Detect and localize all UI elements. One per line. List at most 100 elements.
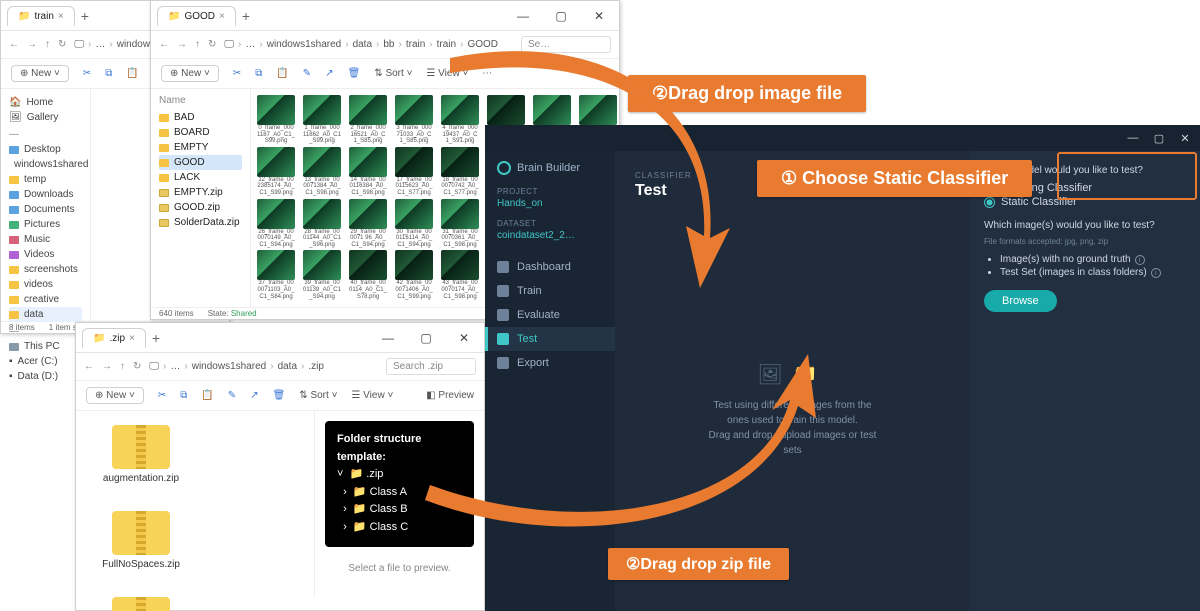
folder-good[interactable]: GOOD: [159, 155, 242, 170]
cut-icon[interactable]: ✂: [233, 68, 241, 79]
window-controls[interactable]: ―▢✕: [374, 331, 478, 345]
sort-button[interactable]: ⇅ Sort ˅: [299, 390, 337, 401]
new-tab-icon[interactable]: +: [152, 330, 160, 346]
search-input[interactable]: Se…: [521, 36, 611, 53]
view-button[interactable]: ☰ View ˅: [426, 68, 468, 79]
preview-button[interactable]: ◧ Preview: [426, 390, 474, 401]
menu-test[interactable]: Test: [485, 327, 615, 351]
zip-good[interactable]: GOOD.zip: [159, 200, 242, 215]
thumbnail[interactable]: 2_frame_00016521_A0_C1_S85.png: [349, 95, 387, 145]
cut-icon[interactable]: ✂: [83, 68, 91, 79]
search-input[interactable]: Search .zip: [386, 358, 476, 375]
thumbnail[interactable]: 13_frame_000071384_A0_C1_S98.png: [303, 147, 341, 197]
more-icon[interactable]: ⋯: [482, 68, 492, 79]
nav-screenshots[interactable]: screenshots: [9, 262, 82, 277]
thumbnail[interactable]: 18_frame_000070742_A0_C1_S77.png: [441, 147, 479, 197]
thumbnail[interactable]: 1_frame_00011862_A0_C1_S99.png: [303, 95, 341, 145]
thumbnail[interactable]: 4_frame_00019437_A0_C1_S91.png: [441, 95, 479, 145]
thumbnail[interactable]: 43_frame_000070174_A0_C1_S98.png: [441, 250, 479, 300]
thumbnail[interactable]: 26_frame_000070149_A0_C1_S94.png: [257, 199, 295, 249]
close-tab-icon[interactable]: ×: [58, 11, 64, 22]
thumbnail[interactable]: 31_frame_000070361_A0_C1_S98.png: [441, 199, 479, 249]
thumbnail[interactable]: 17_frame_000115623_A0_C1_S77.png: [395, 147, 433, 197]
copy-icon[interactable]: ⧉: [255, 68, 262, 79]
nav-music[interactable]: Music: [9, 232, 82, 247]
nav-documents[interactable]: Documents: [9, 202, 82, 217]
breadcrumb[interactable]: 🖵›…› windows1shared› data› .zip: [149, 361, 324, 372]
nav-datad[interactable]: ▪Data (D:): [9, 369, 82, 384]
nav-thispc[interactable]: This PC: [9, 339, 82, 354]
window-controls[interactable]: ―▢✕: [1124, 132, 1194, 145]
new-tab-icon[interactable]: +: [81, 8, 89, 24]
menu-export[interactable]: Export: [485, 351, 615, 375]
menu-train[interactable]: Train: [485, 279, 615, 303]
cut-icon[interactable]: ✂: [158, 390, 166, 401]
rename-icon[interactable]: ✎: [228, 390, 236, 401]
nav-temp[interactable]: temp: [9, 172, 82, 187]
tab-train[interactable]: 📁train×: [7, 6, 75, 26]
paste-icon[interactable]: 📋: [276, 68, 288, 79]
folder-lack[interactable]: LACK: [159, 170, 242, 185]
zip-augmentation[interactable]: augmentation.zip: [96, 425, 186, 485]
copy-icon[interactable]: ⧉: [180, 390, 187, 401]
browse-button[interactable]: Browse: [984, 290, 1057, 312]
rename-icon[interactable]: ✎: [303, 68, 311, 79]
nav-arrows[interactable]: ←→↑↻: [9, 39, 66, 50]
new-button[interactable]: ⊕ New ˅: [86, 387, 144, 404]
close-tab-icon[interactable]: ×: [219, 11, 225, 22]
window-controls[interactable]: —▢✕: [509, 9, 613, 23]
drop-zone[interactable]: CLASSIFIER Test 🖼📁 Test using different …: [615, 151, 970, 611]
folder-empty[interactable]: EMPTY: [159, 140, 242, 155]
thumbnail[interactable]: 37_frame_000071103_A0_C1_S84.png: [257, 250, 295, 300]
new-button[interactable]: ⊕ New ˅: [161, 65, 219, 82]
delete-icon[interactable]: 🗑: [273, 390, 286, 401]
nav-home[interactable]: 🏠Home: [9, 95, 82, 110]
tab-zip[interactable]: 📁.zip×: [82, 328, 146, 348]
nav-videos2[interactable]: videos: [9, 277, 82, 292]
paste-icon[interactable]: 📋: [126, 68, 138, 79]
share-icon[interactable]: ↗: [250, 390, 258, 401]
view-button[interactable]: ☰ View ˅: [351, 390, 393, 401]
nav-pictures[interactable]: Pictures: [9, 217, 82, 232]
paste-icon[interactable]: 📋: [201, 390, 213, 401]
tab-good[interactable]: 📁GOOD×: [157, 6, 236, 26]
nav-downloads[interactable]: Downloads: [9, 187, 82, 202]
close-tab-icon[interactable]: ×: [129, 333, 135, 344]
info-icon[interactable]: i: [1151, 268, 1161, 278]
folder-bad[interactable]: BAD: [159, 110, 242, 125]
menu-evaluate[interactable]: Evaluate: [485, 303, 615, 327]
info-icon[interactable]: i: [1135, 255, 1145, 265]
nav-shared[interactable]: windows1shared: [9, 157, 82, 172]
thumbnail[interactable]: 42_frame_000071406_A0_C1_S99.png: [395, 250, 433, 300]
thumbnail[interactable]: 12_frame_002385174_A0_C1_S99.png: [257, 147, 295, 197]
nav-videos[interactable]: Videos: [9, 247, 82, 262]
menu-dashboard[interactable]: Dashboard: [485, 255, 615, 279]
column-name[interactable]: Name: [159, 95, 242, 106]
share-icon[interactable]: ↗: [325, 68, 333, 79]
thumbnail[interactable]: 40_frame_000114_A0_C1_S78.png: [349, 250, 387, 300]
nav-creative[interactable]: creative: [9, 292, 82, 307]
zip-solderdata[interactable]: SolderData.zip: [159, 215, 242, 230]
thumbnail[interactable]: 0_frame_0001187_A0_C1_S99.png: [257, 95, 295, 145]
nav-arrows[interactable]: ←→↑↻: [159, 39, 216, 50]
thumbnail[interactable]: 30_frame_000116114_A0_C1_S94.png: [395, 199, 433, 249]
thumbnail[interactable]: 29_frame_000071 96_A0_C1_S94.png: [349, 199, 387, 249]
folder-board[interactable]: BOARD: [159, 125, 242, 140]
nav-acer[interactable]: ▪Acer (C:): [9, 354, 82, 369]
thumbnail[interactable]: 28_frame_0001144_A0_C1_S96.png: [303, 199, 341, 249]
nav-arrows[interactable]: ←→↑↻: [84, 361, 141, 372]
zip-fullnospaces[interactable]: FullNoSpaces.zip: [96, 511, 186, 571]
zip-ppe[interactable]: PPE-Detection-Using-CV-Kitty.zip: [96, 597, 186, 611]
new-button[interactable]: ⊕ New ˅: [11, 65, 69, 82]
thumbnail[interactable]: 3_frame_00071033_A0_C1_S85.png: [395, 95, 433, 145]
nav-gallery[interactable]: 🖼Gallery: [9, 110, 82, 125]
thumbnail[interactable]: 39_frame_0001139_A0_C1_S94.png: [303, 250, 341, 300]
sort-button[interactable]: ⇅ Sort ˅: [374, 68, 412, 79]
breadcrumb[interactable]: 🖵›…› windows1shared› data› bb› train› tr…: [224, 39, 498, 50]
project-name[interactable]: Hands_on: [485, 198, 615, 217]
zip-empty[interactable]: EMPTY.zip: [159, 185, 242, 200]
dataset-name[interactable]: coindataset2_2…: [485, 230, 615, 249]
nav-desktop[interactable]: Desktop: [9, 142, 82, 157]
nav-data[interactable]: data: [9, 307, 82, 322]
new-tab-icon[interactable]: +: [242, 8, 250, 24]
